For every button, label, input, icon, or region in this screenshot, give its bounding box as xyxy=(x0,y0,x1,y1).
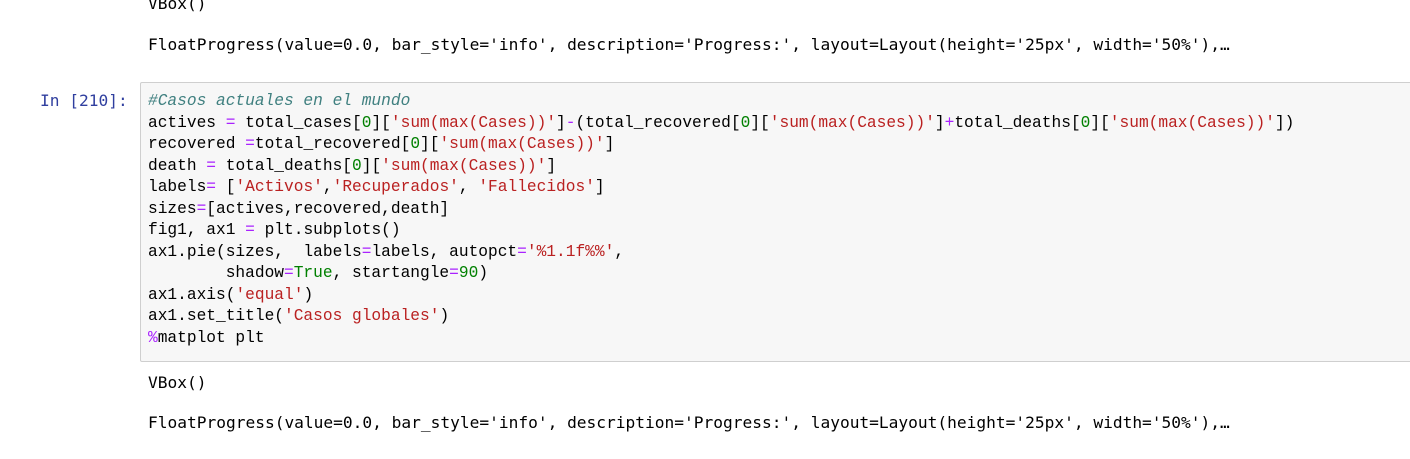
cell-prompt: In [210]: xyxy=(40,91,128,110)
code-token: labels xyxy=(148,178,207,196)
code-token: ] xyxy=(934,113,945,132)
code-token: ) xyxy=(439,307,450,325)
code-token: ] xyxy=(594,178,605,196)
code-token: ] xyxy=(556,113,566,132)
code-token: , xyxy=(322,178,333,196)
code-token: total_cases[ xyxy=(235,113,362,132)
code-token: = xyxy=(206,178,217,196)
code-token: 0 xyxy=(352,156,362,175)
code-token: ][ xyxy=(750,113,770,132)
code-token: fig1, ax1 xyxy=(148,221,246,239)
code-token: 'sum(max(Cases))' xyxy=(769,113,935,132)
code-token: ] xyxy=(604,135,615,153)
code-token: ][ xyxy=(1090,113,1110,132)
code-token: #Casos actuales en el mundo xyxy=(148,92,411,110)
code-token: 90 xyxy=(458,264,479,282)
code-token: ] xyxy=(546,156,557,175)
code-token: - xyxy=(565,113,576,132)
code-token: = xyxy=(517,242,527,261)
code-token: , startangle xyxy=(332,264,450,282)
code-token: recovered xyxy=(148,135,246,153)
code-token: 'sum(max(Cases))' xyxy=(390,113,557,132)
code-token: plt.subplots() xyxy=(254,221,401,239)
code-token: 0 xyxy=(361,113,372,132)
code-line: death = total_deaths[0]['sum(max(Cases))… xyxy=(148,156,1294,178)
code-token: matplot plt xyxy=(157,328,265,347)
code-token: + xyxy=(944,113,955,132)
code-token: = xyxy=(449,264,459,282)
code-line: shadow=True, startangle=90) xyxy=(148,263,1294,285)
code-token: death xyxy=(148,156,207,175)
code-token: ) xyxy=(478,264,489,282)
code-line: actives = total_cases[0]['sum(max(Cases)… xyxy=(148,113,1294,135)
code-line: ax1.axis('equal') xyxy=(148,285,1294,307)
code-token: [ xyxy=(216,178,236,196)
code-token: ][ xyxy=(420,135,440,153)
code-line: recovered =total_recovered[0]['sum(max(C… xyxy=(148,134,1294,156)
code-token: ][ xyxy=(371,113,391,132)
code-editor[interactable]: #Casos actuales en el mundo actives = tot… xyxy=(148,91,1294,349)
code-token: total_recovered[ xyxy=(254,135,411,153)
output-floatprogress-bottom: FloatProgress(value=0.0, bar_style='info… xyxy=(148,413,1230,432)
code-token: 'sum(max(Cases))' xyxy=(1109,113,1275,132)
code-token: shadow xyxy=(148,264,284,282)
code-token: = xyxy=(206,156,217,175)
code-token: = xyxy=(225,113,236,132)
code-line: ax1.set_title('Casos globales') xyxy=(148,306,1294,328)
code-token: ax1.pie(sizes, labels xyxy=(148,242,362,261)
code-token: = xyxy=(245,221,255,239)
code-token: 0 xyxy=(410,135,421,153)
code-token: ][ xyxy=(361,156,382,175)
code-cell-input[interactable]: #Casos actuales en el mundo actives = tot… xyxy=(140,82,1410,362)
code-token: ]) xyxy=(1274,113,1295,132)
code-token: ax1.set_title( xyxy=(148,307,284,325)
code-token: 'Recuperados' xyxy=(332,178,459,196)
code-token: % xyxy=(148,328,158,347)
code-line: fig1, ax1 = plt.subplots() xyxy=(148,220,1294,242)
code-token: 0 xyxy=(740,113,751,132)
code-token: = xyxy=(361,242,372,261)
code-token: [actives,recovered,death] xyxy=(206,199,450,218)
code-token: actives xyxy=(148,113,226,132)
code-token: = xyxy=(245,135,255,153)
output-floatprogress-top: FloatProgress(value=0.0, bar_style='info… xyxy=(148,35,1230,54)
code-token: = xyxy=(196,199,207,218)
output-vbox-top: VBox() xyxy=(148,0,207,13)
code-line: labels= ['Activos','Recuperados', 'Falle… xyxy=(148,177,1294,199)
code-token: 0 xyxy=(1080,113,1091,132)
code-token: '%1.1f%%' xyxy=(526,242,615,261)
code-line: sizes=[actives,recovered,death] xyxy=(148,199,1294,221)
code-token: 'sum(max(Cases))' xyxy=(381,156,547,175)
code-line: #Casos actuales en el mundo xyxy=(148,91,1294,113)
code-token: 'Fallecidos' xyxy=(478,178,595,196)
code-line: %matplot plt xyxy=(148,328,1294,350)
code-token: total_deaths[ xyxy=(954,113,1081,132)
code-token: , xyxy=(458,178,479,196)
code-token: labels, autopct xyxy=(371,242,518,261)
code-token: 'sum(max(Cases))' xyxy=(439,135,605,153)
code-token: , xyxy=(614,242,625,261)
code-token: = xyxy=(284,264,294,282)
code-token: (total_recovered[ xyxy=(575,113,741,132)
code-token: True xyxy=(293,264,333,282)
code-token: 'Casos globales' xyxy=(284,307,440,325)
code-line: ax1.pie(sizes, labels=labels, autopct='%… xyxy=(148,242,1294,264)
output-vbox-bottom: VBox() xyxy=(148,373,207,392)
code-token: ) xyxy=(303,285,314,304)
code-token: total_deaths[ xyxy=(216,156,353,175)
code-token: 'equal' xyxy=(235,285,304,304)
code-token: 'Activos' xyxy=(235,178,323,196)
code-token: ax1.axis( xyxy=(148,285,236,304)
code-token: sizes xyxy=(148,199,197,218)
